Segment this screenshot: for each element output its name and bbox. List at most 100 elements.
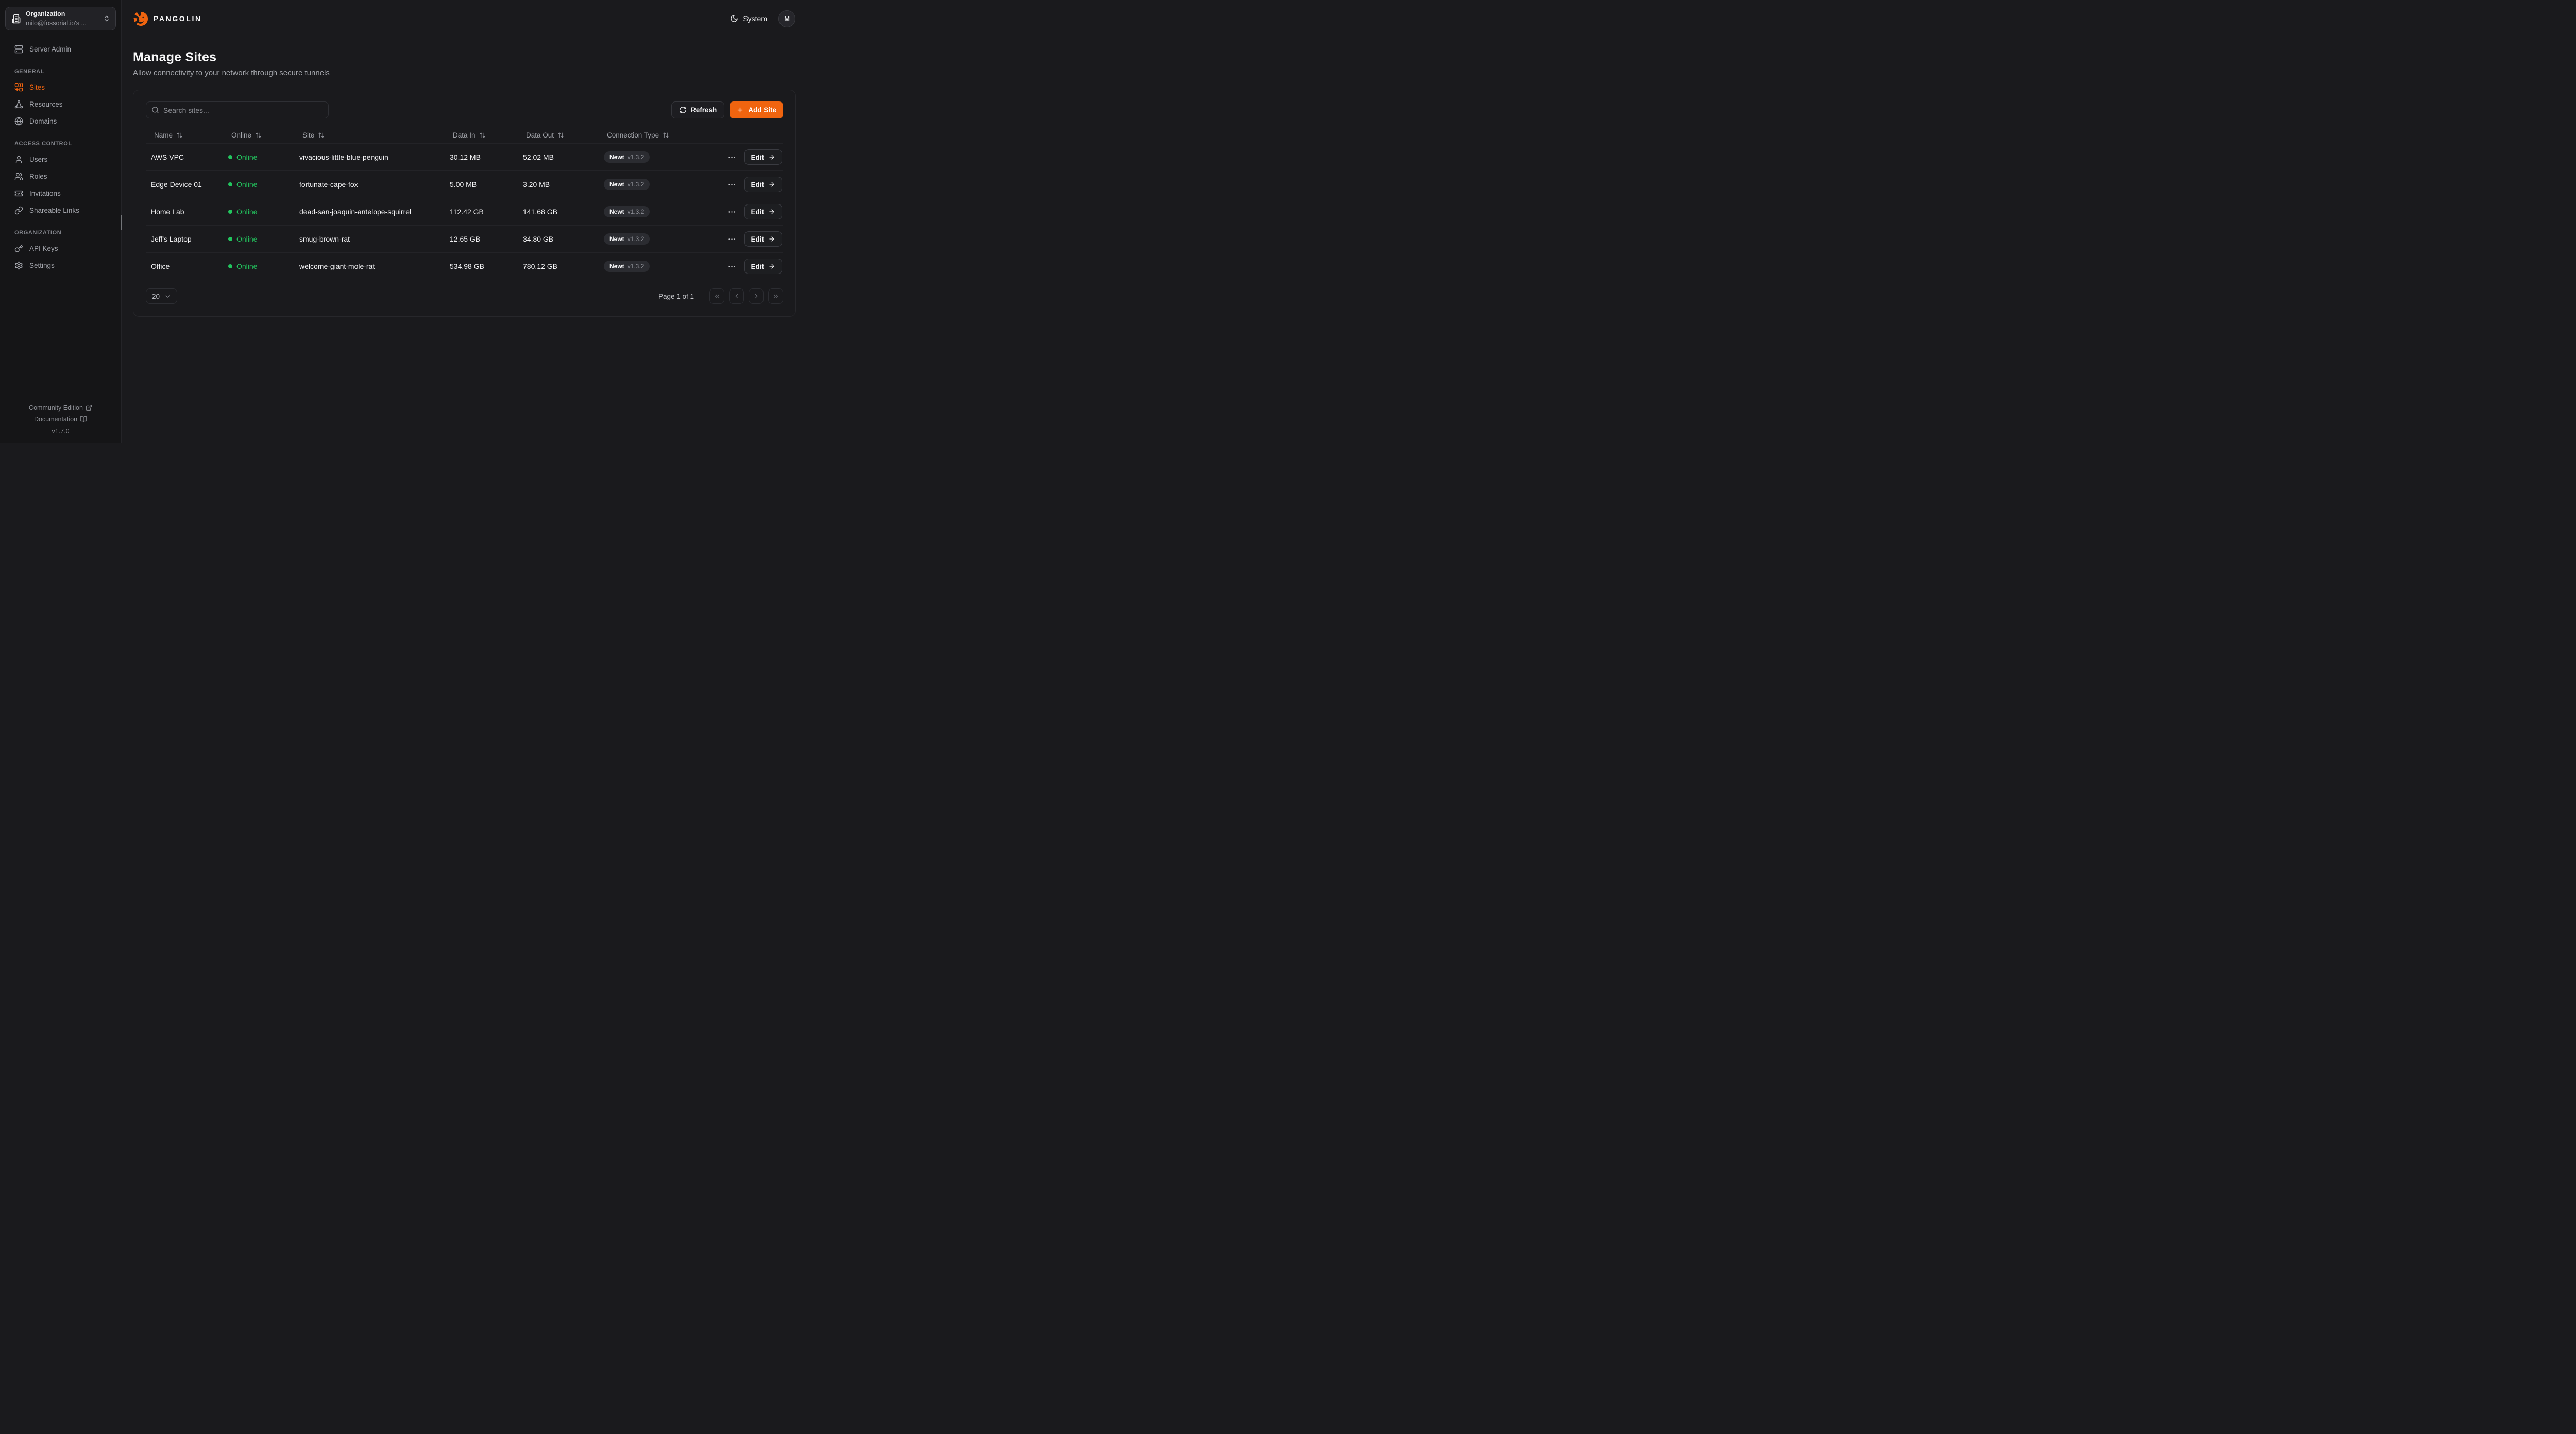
column-label: Data In [453,131,476,139]
pangolin-logo-icon [133,11,149,27]
version-label: v1.7.0 [0,425,121,437]
table-row: Jeff's LaptopOnlinesmug-brown-rat12.65 G… [146,225,783,252]
organization-text: Organization milo@fossorial.io's ... [26,9,98,28]
search-input[interactable] [163,106,323,114]
connection-badge: Newtv1.3.2 [604,261,650,272]
sidebar-item-api-keys[interactable]: API Keys [5,240,116,257]
connection-type-label: Newt [609,235,624,243]
column-label: Connection Type [607,131,659,139]
column-label: Name [154,131,173,139]
edit-button[interactable]: Edit [744,231,783,247]
add-site-button[interactable]: Add Site [730,101,783,118]
last-page-button[interactable] [768,288,783,304]
first-page-button[interactable] [709,288,724,304]
sidebar-item-label: Settings [29,262,55,269]
online-status-cell: Online [223,262,294,270]
arrow-right-icon [768,263,775,270]
settings-icon [14,261,23,270]
sidebar-nav: Server Admin GENERALSitesResourcesDomain… [0,30,121,397]
column-label: Online [231,131,251,139]
building-icon [11,14,21,24]
sidebar-item-users[interactable]: Users [5,151,116,168]
sites-table: Name Online Site Data In Data Out Connection … [146,127,783,280]
column-header-connection-type[interactable]: Connection Type [599,131,708,139]
prev-page-button[interactable] [729,288,744,304]
chevron-left-icon [733,293,740,300]
edit-button[interactable]: Edit [744,149,783,165]
sidebar-item-label: Users [29,156,47,163]
online-status-cell: Online [223,180,294,189]
sidebar-item-resources[interactable]: Resources [5,96,116,113]
next-page-button[interactable] [749,288,764,304]
column-header-name[interactable]: Name [146,131,223,139]
topbar: PANGOLIN System M [122,0,808,37]
sites-card: Refresh Add Site Name Online Site Data In Da… [133,90,796,317]
edit-button[interactable]: Edit [744,177,783,192]
row-menu-button[interactable] [726,261,737,272]
data-out-cell: 780.12 GB [518,262,599,270]
row-menu-button[interactable] [726,234,737,245]
refresh-button[interactable]: Refresh [671,101,724,118]
community-edition-label: Community Edition [29,402,83,414]
main-area: PANGOLIN System M Manage Sites Allow con… [122,0,808,443]
sidebar-item-label: Sites [29,83,45,91]
column-header-data-in[interactable]: Data In [445,131,518,139]
online-dot-icon [228,182,232,186]
organization-selector[interactable]: Organization milo@fossorial.io's ... [5,7,116,30]
edit-button[interactable]: Edit [744,204,783,219]
theme-toggle[interactable]: System [730,14,767,23]
page-size-value: 20 [152,293,160,300]
page-info: Page 1 of 1 [658,293,694,300]
external-link-icon [86,404,92,411]
data-out-cell: 141.68 GB [518,208,599,216]
sidebar-item-domains[interactable]: Domains [5,113,116,130]
page-size-select[interactable]: 20 [146,288,177,304]
site-slug-cell: dead-san-joaquin-antelope-squirrel [294,208,445,216]
sidebar-item-label: Resources [29,100,63,108]
data-in-cell: 12.65 GB [445,235,518,243]
sidebar-item-settings[interactable]: Settings [5,257,116,274]
sidebar-item-roles[interactable]: Roles [5,168,116,185]
row-menu-button[interactable] [726,152,737,163]
column-header-online[interactable]: Online [223,131,294,139]
row-actions: Edit [708,204,783,219]
sidebar-item-label: Roles [29,173,47,180]
online-status-label: Online [236,235,257,243]
chevrons-right-icon [772,293,779,300]
online-dot-icon [228,237,232,241]
site-slug-cell: welcome-giant-mole-rat [294,262,445,270]
edit-label: Edit [751,153,765,161]
table-row: Home LabOnlinedead-san-joaquin-antelope-… [146,198,783,225]
chevron-down-icon [164,293,171,300]
sidebar-item-server-admin[interactable]: Server Admin [5,41,116,58]
site-slug-cell: fortunate-cape-fox [294,180,445,189]
sidebar-item-shareable-links[interactable]: Shareable Links [5,202,116,219]
plus-icon [736,106,744,114]
community-edition-link[interactable]: Community Edition [29,402,92,414]
sidebar-item-invitations[interactable]: Invitations [5,185,116,202]
online-status-cell: Online [223,208,294,216]
connection-version-label: v1.3.2 [628,153,645,161]
sidebar-resize-handle[interactable] [121,215,122,230]
server-icon [14,45,23,54]
section-label: ACCESS CONTROL [5,141,116,147]
add-site-label: Add Site [748,106,776,114]
data-out-cell: 52.02 MB [518,153,599,161]
arrow-right-icon [768,181,775,188]
column-header-site[interactable]: Site [294,131,445,139]
sidebar-item-sites[interactable]: Sites [5,79,116,96]
edit-button[interactable]: Edit [744,259,783,274]
documentation-link[interactable]: Documentation [34,414,87,425]
column-header-data-out[interactable]: Data Out [518,131,599,139]
avatar[interactable]: M [778,10,795,27]
connection-badge: Newtv1.3.2 [604,206,650,217]
connection-type-label: Newt [609,181,624,188]
connection-badge: Newtv1.3.2 [604,233,650,245]
row-menu-button[interactable] [726,207,737,217]
connection-type-label: Newt [609,263,624,270]
connection-version-label: v1.3.2 [628,181,645,188]
sidebar-item-label: Domains [29,117,57,125]
sidebar-item-label: Invitations [29,190,61,197]
sidebar-footer: Community Edition Documentation v1.7.0 [0,397,121,443]
row-menu-button[interactable] [726,179,737,190]
